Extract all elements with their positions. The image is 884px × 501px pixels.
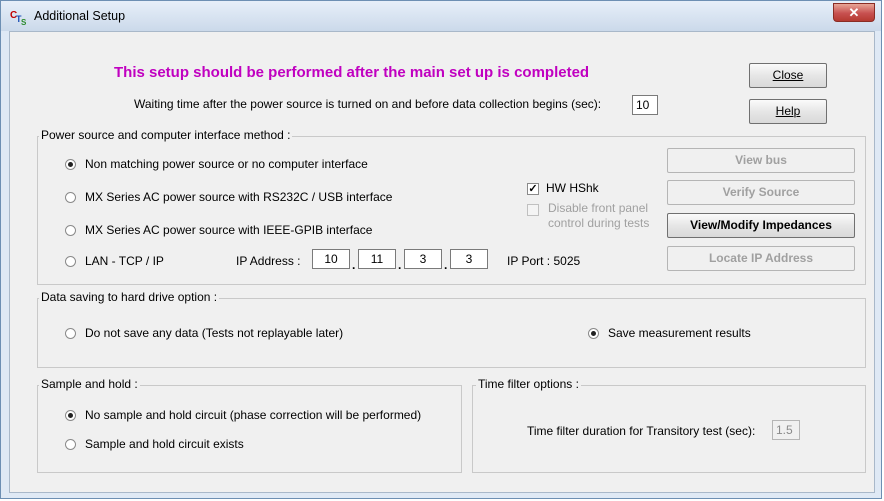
power-source-group-title: Power source and computer interface meth… <box>39 128 293 142</box>
radio-lan-tcp-ip-label[interactable]: LAN - TCP / IP <box>85 254 164 268</box>
close-button-label: Close <box>772 68 804 82</box>
close-button[interactable]: Close <box>749 63 827 88</box>
ip-separator: . <box>352 258 356 272</box>
dialog-client-area: This setup should be performed after the… <box>9 31 875 493</box>
ip-octet-3-input[interactable]: 3 <box>404 249 442 269</box>
radio-save-measurements-label[interactable]: Save measurement results <box>608 326 751 340</box>
radio-non-matching-label[interactable]: Non matching power source or no computer… <box>85 157 368 171</box>
radio-do-not-save-label[interactable]: Do not save any data (Tests not replayab… <box>85 326 343 340</box>
sample-hold-group-title: Sample and hold : <box>39 377 140 391</box>
locate-ip-address-button[interactable]: Locate IP Address <box>667 246 855 271</box>
time-filter-duration-label: Time filter duration for Transitory test… <box>527 424 756 438</box>
radio-save-measurements[interactable] <box>588 328 599 339</box>
view-modify-impedances-button[interactable]: View/Modify Impedances <box>667 213 855 238</box>
ip-separator: . <box>444 258 448 272</box>
radio-ieee-gpib-label[interactable]: MX Series AC power source with IEEE-GPIB… <box>85 223 372 237</box>
ip-port-label: IP Port : 5025 <box>507 254 581 268</box>
time-filter-group-title: Time filter options : <box>476 377 581 391</box>
radio-lan-tcp-ip[interactable] <box>65 256 76 267</box>
window-close-icon[interactable]: ✕ <box>833 3 875 22</box>
hw-hshk-checkbox[interactable]: ✓ <box>527 183 539 195</box>
wait-time-label: Waiting time after the power source is t… <box>134 97 602 111</box>
ip-octet-1-input[interactable]: 10 <box>312 249 350 269</box>
ip-separator: . <box>398 258 402 272</box>
view-bus-button[interactable]: View bus <box>667 148 855 173</box>
cts-app-icon: C T S <box>10 10 27 26</box>
radio-sample-hold-exists-label[interactable]: Sample and hold circuit exists <box>85 437 244 451</box>
hw-hshk-label[interactable]: HW HShk <box>546 181 599 195</box>
title-bar[interactable]: C T S Additional Setup ✕ <box>1 1 881 31</box>
window-title: Additional Setup <box>34 9 126 23</box>
radio-ieee-gpib[interactable] <box>65 225 76 236</box>
disable-front-panel-checkbox[interactable] <box>527 204 539 216</box>
additional-setup-window: C T S Additional Setup ✕ This setup shou… <box>0 0 882 499</box>
verify-source-button[interactable]: Verify Source <box>667 180 855 205</box>
ip-octet-2-input[interactable]: 11 <box>358 249 396 269</box>
disable-front-panel-label-line2: control during tests <box>548 216 650 230</box>
radio-do-not-save[interactable] <box>65 328 76 339</box>
help-button-label: Help <box>775 104 801 118</box>
sample-hold-group <box>37 385 462 473</box>
ip-address-label: IP Address : <box>236 254 301 268</box>
svg-text:S: S <box>21 18 27 26</box>
disable-front-panel-label-line1: Disable front panel <box>548 201 649 215</box>
radio-rs232c-usb-label[interactable]: MX Series AC power source with RS232C / … <box>85 190 392 204</box>
radio-non-matching[interactable] <box>65 159 76 170</box>
radio-no-sample-hold[interactable] <box>65 410 76 421</box>
time-filter-duration-input[interactable]: 1.5 <box>772 420 800 440</box>
data-saving-group-title: Data saving to hard drive option : <box>39 290 220 304</box>
radio-sample-hold-exists[interactable] <box>65 439 76 450</box>
setup-notice: This setup should be performed after the… <box>114 64 590 81</box>
radio-no-sample-hold-label[interactable]: No sample and hold circuit (phase correc… <box>85 408 421 422</box>
help-button[interactable]: Help <box>749 99 827 124</box>
ip-octet-4-input[interactable]: 3 <box>450 249 488 269</box>
wait-time-input[interactable]: 10 <box>632 95 658 115</box>
radio-rs232c-usb[interactable] <box>65 192 76 203</box>
disable-front-panel-label: Disable front panel control during tests <box>548 201 649 231</box>
